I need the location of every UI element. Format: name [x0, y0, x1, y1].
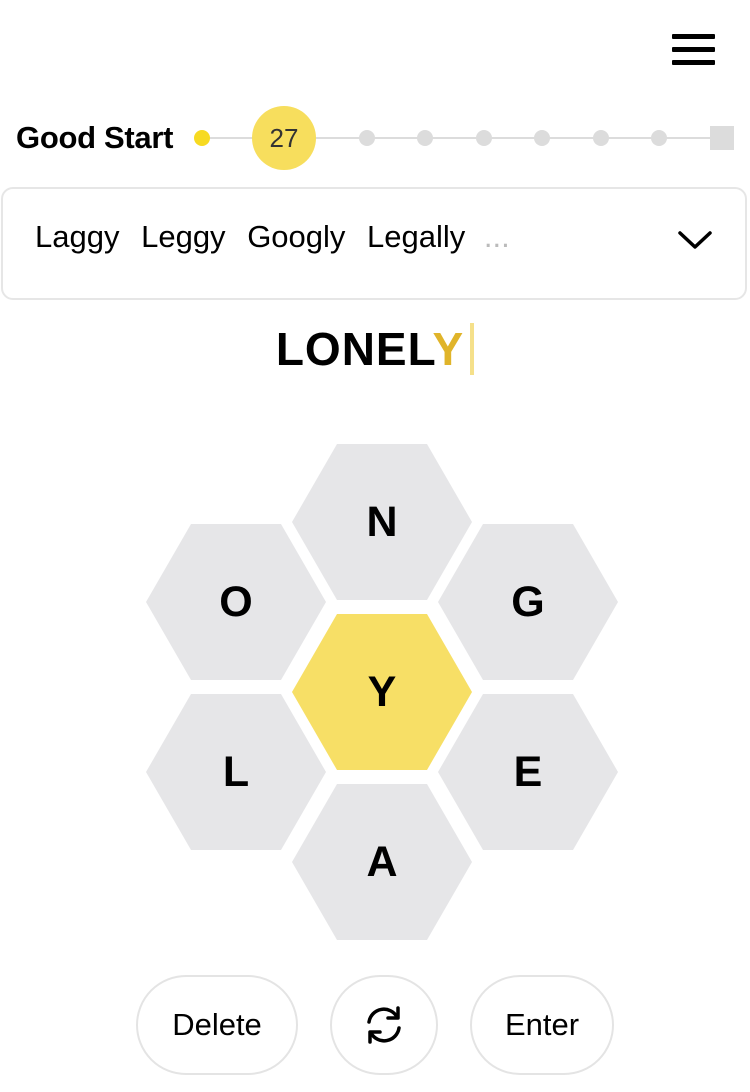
progress-dot-reached	[194, 130, 210, 146]
progress-dot	[476, 130, 492, 146]
hex-upper-left[interactable]: O	[146, 524, 326, 680]
found-word: Googly	[247, 219, 346, 254]
progress-dot	[417, 130, 433, 146]
hex-shape	[146, 694, 326, 850]
hex-shape	[292, 444, 472, 600]
progress-dot	[534, 130, 550, 146]
hex-shape	[438, 524, 618, 680]
hex-center[interactable]: Y	[292, 614, 472, 770]
found-words-dropdown[interactable]: Laggy Leggy Googly Legally ...	[1, 187, 747, 300]
letter-hive: N O G Y L E A	[146, 444, 618, 940]
progress-dot	[593, 130, 609, 146]
shuffle-refresh-icon	[367, 1006, 401, 1044]
typed-letters: LONEL	[275, 323, 433, 375]
hamburger-menu-icon-bar	[672, 60, 715, 65]
found-word: Legally	[367, 219, 466, 254]
enter-button[interactable]: Enter	[470, 975, 614, 1075]
rank-label: Good Start	[16, 120, 174, 155]
hex-top[interactable]: N	[292, 444, 472, 600]
progress-dot	[359, 130, 375, 146]
found-word: Laggy	[35, 219, 120, 254]
delete-button[interactable]: Delete	[136, 975, 298, 1075]
progress-dot	[651, 130, 667, 146]
found-words-list: Laggy Leggy Googly Legally ...	[35, 219, 510, 255]
text-cursor	[470, 323, 475, 375]
hex-shape	[146, 524, 326, 680]
hamburger-menu-icon	[672, 34, 715, 39]
score-bubble: 27	[252, 106, 316, 170]
hex-shape	[438, 694, 618, 850]
hex-upper-right[interactable]: G	[438, 524, 618, 680]
typed-center-letter: Y	[432, 323, 465, 375]
found-words-ellipsis: ...	[483, 219, 510, 254]
current-word-input: LONELY	[0, 322, 750, 376]
hex-lower-left[interactable]: L	[146, 694, 326, 850]
chevron-down-icon[interactable]	[677, 223, 713, 259]
progress-final-marker	[710, 126, 734, 150]
menu-button[interactable]	[668, 30, 718, 70]
hex-shape	[292, 614, 472, 770]
hex-shape	[292, 784, 472, 940]
hex-bottom[interactable]: A	[292, 784, 472, 940]
found-word: Leggy	[141, 219, 226, 254]
shuffle-button[interactable]	[330, 975, 438, 1075]
hex-lower-right[interactable]: E	[438, 694, 618, 850]
hamburger-menu-icon-bar	[672, 47, 715, 52]
